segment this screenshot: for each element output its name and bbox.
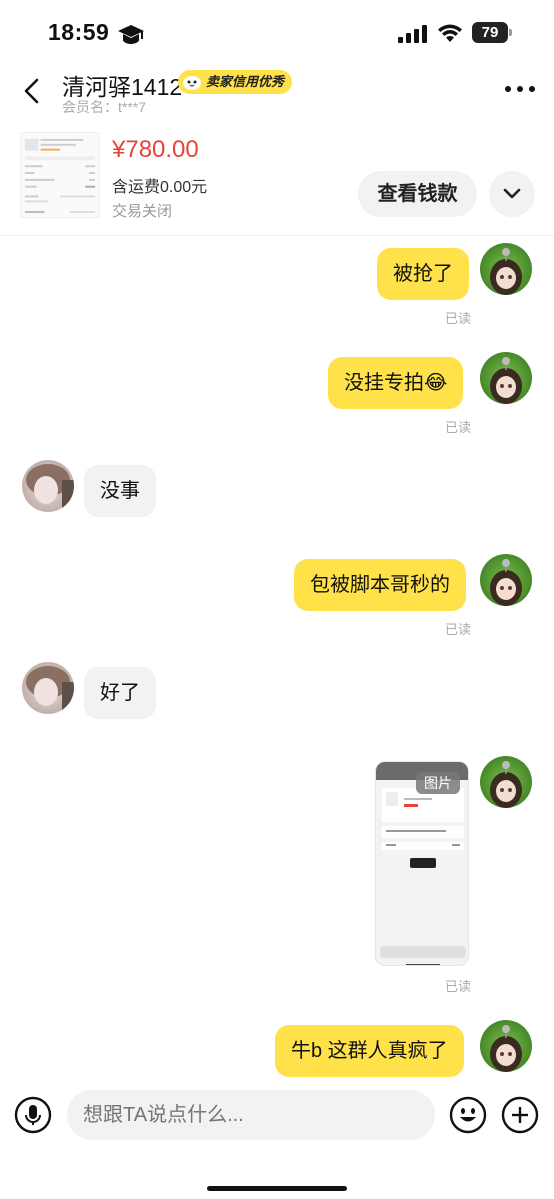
- read-receipt: 已读: [445, 622, 472, 637]
- graduation-cap-icon: [118, 25, 144, 44]
- seller-credit-badge[interactable]: 卖家信用优秀: [178, 70, 293, 94]
- read-receipt: 已读: [445, 979, 472, 994]
- message-bubble-received[interactable]: 没事: [84, 465, 156, 517]
- battery-tip: [509, 29, 512, 36]
- credit-badge-label: 卖家信用优秀: [206, 74, 285, 89]
- image-message[interactable]: 图片: [375, 761, 469, 966]
- image-label: 图片: [416, 772, 460, 794]
- message-bubble-sent[interactable]: 包被脚本哥秒的: [294, 559, 466, 611]
- order-price: ¥780.00: [112, 136, 199, 163]
- member-name-label: 会员名：t***7: [62, 99, 147, 115]
- contact-avatar[interactable]: [22, 460, 74, 512]
- status-time: 18:59: [48, 19, 110, 45]
- cellular-signal-icon: [398, 25, 427, 43]
- voice-input-icon[interactable]: [14, 1096, 52, 1134]
- message-bubble-sent[interactable]: 牛b 这群人真疯了: [275, 1025, 464, 1077]
- my-avatar[interactable]: [480, 756, 532, 808]
- view-money-button[interactable]: 查看钱款: [358, 171, 477, 217]
- message-input[interactable]: [67, 1090, 435, 1140]
- status-bar: 18:59 79: [0, 0, 554, 62]
- home-indicator: [207, 1186, 347, 1191]
- message-bubble-received[interactable]: 好了: [84, 667, 156, 719]
- my-avatar[interactable]: [480, 243, 532, 295]
- order-shipping: 含运费0.00元: [112, 179, 208, 196]
- battery-level: 79: [472, 22, 508, 43]
- wifi-icon: [438, 24, 462, 42]
- read-receipt: 已读: [445, 311, 472, 326]
- contact-avatar[interactable]: [22, 662, 74, 714]
- battery-indicator: 79: [472, 22, 512, 43]
- message-bubble-sent[interactable]: 没挂专拍😂: [328, 357, 464, 409]
- add-attachment-icon[interactable]: [501, 1096, 539, 1134]
- my-avatar[interactable]: [480, 1020, 532, 1072]
- message-input-bar: [0, 1080, 554, 1199]
- order-status: 交易关闭: [112, 203, 173, 220]
- read-receipt: 已读: [445, 420, 472, 435]
- more-options-icon[interactable]: [504, 84, 536, 94]
- expand-order-button[interactable]: [489, 171, 535, 217]
- back-arrow-icon[interactable]: [20, 77, 46, 105]
- order-thumbnail[interactable]: [20, 132, 100, 218]
- chat-header: 清河驿1412 卖家信用优秀 会员名：t***7: [0, 62, 554, 124]
- order-card[interactable]: ¥780.00 含运费0.00元 交易关闭 查看钱款: [0, 124, 554, 236]
- emoji-icon[interactable]: [449, 1096, 487, 1134]
- my-avatar[interactable]: [480, 554, 532, 606]
- message-bubble-sent[interactable]: 被抢了: [377, 248, 469, 300]
- chevron-down-icon: [503, 188, 521, 199]
- my-avatar[interactable]: [480, 352, 532, 404]
- fish-mascot-icon: [183, 76, 201, 90]
